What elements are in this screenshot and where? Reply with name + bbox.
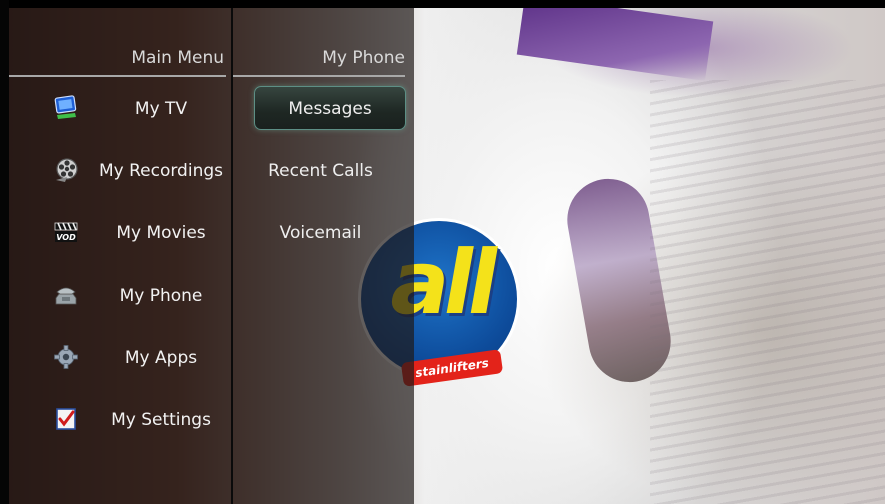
main-menu-item-my-settings[interactable]: My Settings bbox=[9, 400, 231, 440]
phone-menu-item-recent-calls[interactable]: Recent Calls bbox=[233, 151, 408, 191]
film-reel-icon bbox=[53, 157, 79, 183]
phone-menu-item-messages[interactable]: Messages bbox=[254, 86, 406, 130]
main-menu-item-my-apps[interactable]: My Apps bbox=[9, 338, 231, 378]
left-letterbox bbox=[0, 0, 9, 504]
tv-screen: all stainlifters Main Menu My Phone My T… bbox=[0, 0, 885, 504]
main-menu-item-my-recordings[interactable]: My Recordings bbox=[9, 151, 231, 191]
column-divider bbox=[231, 8, 233, 504]
phone-menu-divider bbox=[233, 75, 405, 77]
phone-menu-item-voicemail[interactable]: Voicemail bbox=[233, 213, 408, 253]
background-video-streaks bbox=[650, 80, 885, 504]
main-menu-item-label: My Recordings bbox=[98, 161, 223, 181]
main-menu-item-label: My TV bbox=[134, 99, 188, 119]
main-menu-title: Main Menu bbox=[131, 48, 224, 68]
main-menu-item-my-tv[interactable]: My TV bbox=[9, 89, 231, 129]
main-menu-item-my-movies[interactable]: VOD My Movies bbox=[9, 213, 231, 253]
main-menu-item-label: My Movies bbox=[116, 223, 206, 243]
top-letterbox bbox=[0, 0, 885, 8]
main-menu-divider bbox=[9, 75, 226, 77]
main-menu-item-label: My Phone bbox=[119, 286, 203, 306]
tv-icon bbox=[53, 95, 79, 121]
phone-menu-title: My Phone bbox=[322, 48, 405, 68]
main-menu-item-label: My Settings bbox=[111, 410, 211, 430]
svg-text:VOD: VOD bbox=[56, 233, 76, 242]
checklist-icon bbox=[53, 406, 79, 432]
gear-icon bbox=[53, 344, 79, 370]
phone-icon bbox=[53, 282, 79, 308]
main-menu-item-label: My Apps bbox=[124, 348, 198, 368]
main-menu-item-my-phone[interactable]: My Phone bbox=[9, 276, 231, 316]
vod-clapper-icon: VOD bbox=[53, 219, 79, 245]
